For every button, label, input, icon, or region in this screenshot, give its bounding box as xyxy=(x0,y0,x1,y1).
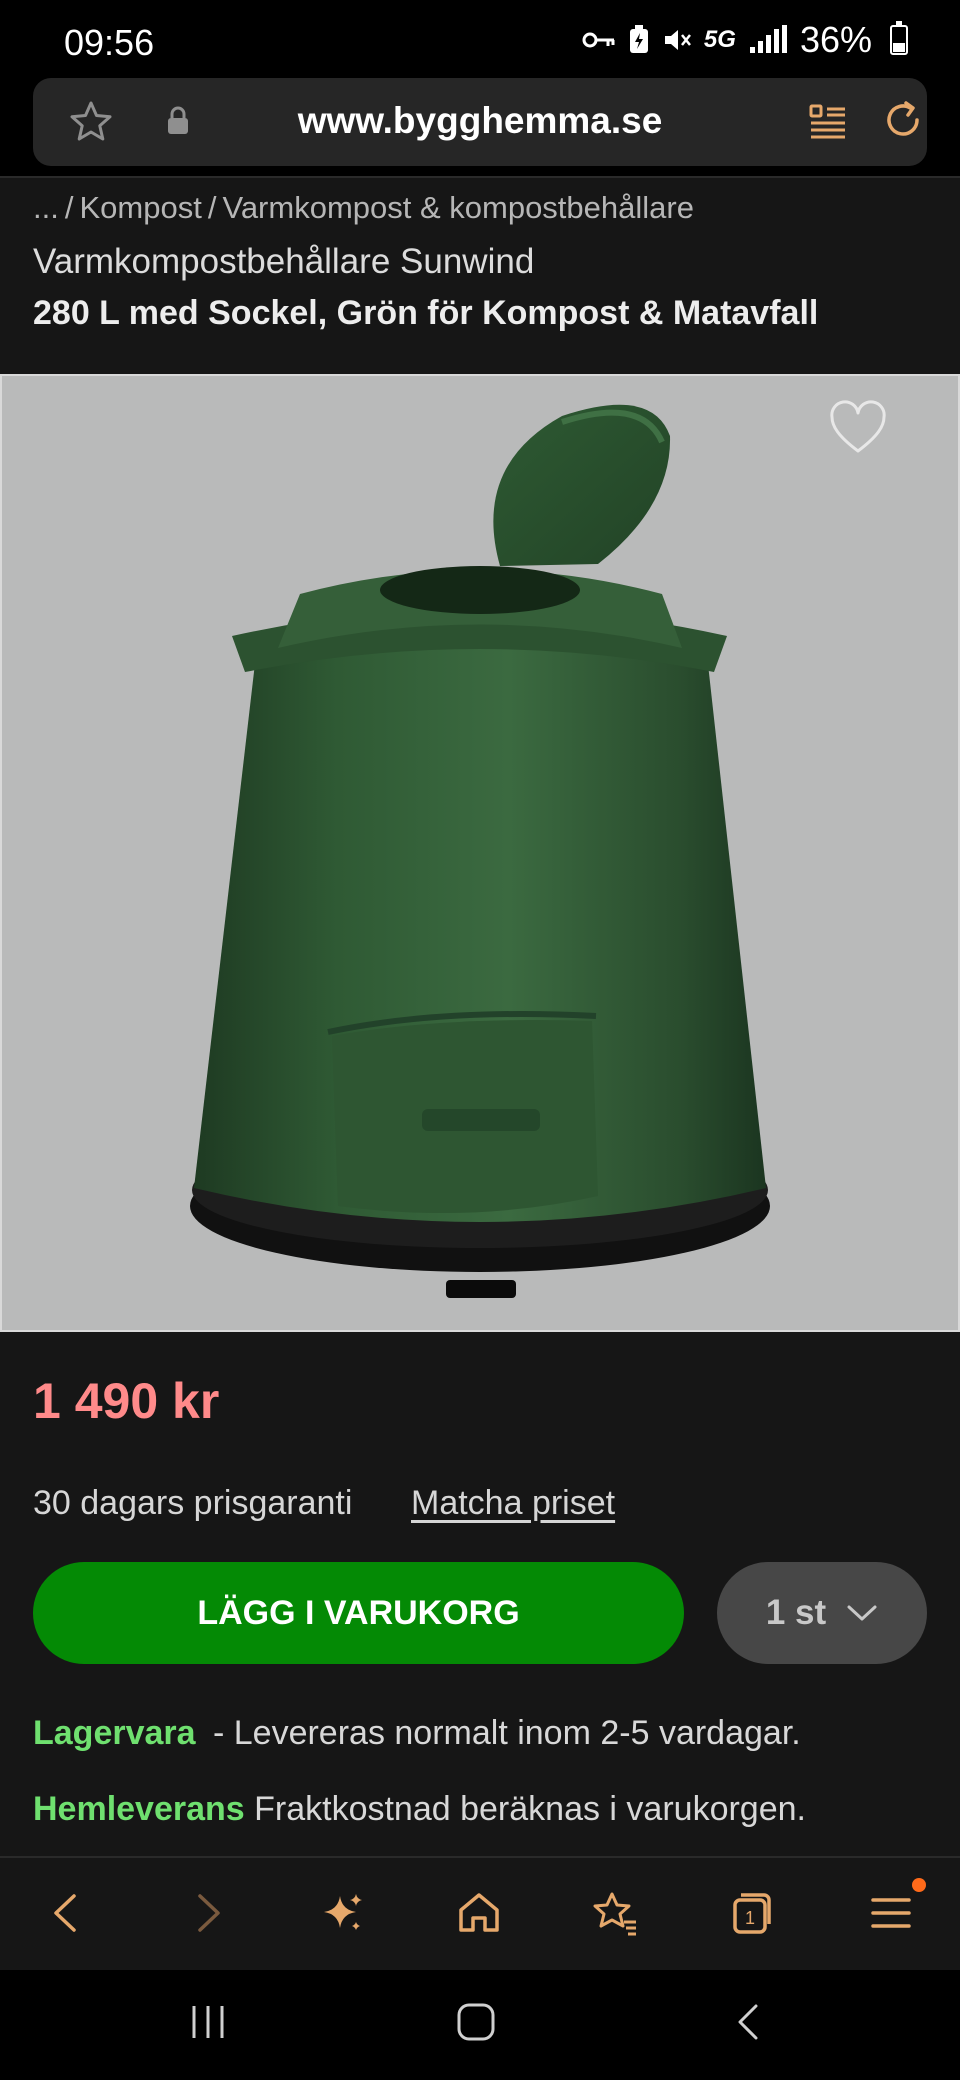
price-guarantee-text: 30 dagars prisgaranti xyxy=(33,1484,353,1522)
reader-mode-icon[interactable] xyxy=(807,100,849,142)
status-time: 09:56 xyxy=(64,22,155,63)
divider xyxy=(0,176,960,178)
product-title: 280 L med Sockel, Grön för Kompost & Mat… xyxy=(33,294,819,332)
bookmarks-icon[interactable] xyxy=(590,1888,640,1938)
product-image-frame[interactable] xyxy=(0,374,960,1332)
reload-icon[interactable] xyxy=(879,96,927,144)
breadcrumb: ... / Kompost / Varmkompost & kompostbehålla… xyxy=(33,190,694,226)
status-icons: 5G 36% xyxy=(582,19,908,60)
status-bar: 09:56 5G 36% xyxy=(0,0,960,80)
delivery-info: Hemleverans Fraktkostnad beräknas i varu… xyxy=(33,1790,806,1829)
delivery-text: Fraktkostnad beräknas i varukorgen. xyxy=(244,1790,806,1828)
system-navigation-bar xyxy=(0,1970,960,2080)
signal-icon xyxy=(749,25,787,53)
match-price-link[interactable]: Matcha priset xyxy=(411,1484,615,1523)
page-content: ... / Kompost / Varmkompost & kompostbehålla… xyxy=(0,176,960,1856)
battery-icon xyxy=(890,21,908,55)
heart-icon[interactable] xyxy=(828,400,888,456)
product-brand-line: Varmkompostbehållare Sunwind xyxy=(33,242,535,281)
network-label: 5G xyxy=(703,26,736,53)
url-text[interactable]: www.bygghemma.se xyxy=(33,100,927,142)
back-icon[interactable] xyxy=(42,1888,92,1938)
sync-icon xyxy=(629,25,648,53)
stock-text: - Levereras normalt inom 2-5 vardagar. xyxy=(203,1714,801,1752)
notification-dot xyxy=(912,1878,926,1892)
add-to-cart-button[interactable]: LÄGG I VARUKORG xyxy=(33,1562,684,1664)
battery-percent: 36% xyxy=(799,19,872,60)
add-to-cart-label: LÄGG I VARUKORG xyxy=(197,1593,520,1632)
breadcrumb-separator: / xyxy=(207,190,217,225)
breadcrumb-item-varmkompost[interactable]: Varmkompost & kompostbehållare xyxy=(222,190,694,225)
menu-icon[interactable] xyxy=(866,1888,916,1938)
breadcrumb-separator: / xyxy=(64,190,74,225)
product-image[interactable] xyxy=(2,376,958,1330)
sparkle-icon[interactable] xyxy=(318,1888,368,1938)
mute-icon xyxy=(664,30,691,50)
breadcrumb-item-kompost[interactable]: Kompost xyxy=(79,190,201,225)
tabs-count: 1 xyxy=(745,1908,755,1928)
product-price: 1 490 kr xyxy=(33,1373,220,1429)
breadcrumb-ellipsis[interactable]: ... xyxy=(33,190,59,225)
browser-bottom-bar: 1 xyxy=(0,1856,960,1970)
system-back-icon[interactable] xyxy=(728,2002,768,2042)
quantity-select[interactable]: 1 st xyxy=(717,1562,927,1664)
chevron-down-icon xyxy=(847,1605,877,1621)
forward-icon[interactable] xyxy=(182,1888,232,1938)
stock-status: Lagervara - Levereras normalt inom 2-5 v… xyxy=(33,1714,801,1753)
address-bar[interactable]: www.bygghemma.se xyxy=(33,78,927,166)
key-icon xyxy=(582,32,615,48)
home-button-icon[interactable] xyxy=(456,2002,496,2042)
recent-apps-icon[interactable] xyxy=(188,2002,228,2042)
stock-label: Lagervara xyxy=(33,1714,196,1752)
tabs-icon[interactable]: 1 xyxy=(726,1888,776,1938)
home-icon[interactable] xyxy=(454,1888,504,1938)
quantity-value: 1 st xyxy=(765,1593,827,1632)
delivery-label: Hemleverans xyxy=(33,1790,245,1828)
